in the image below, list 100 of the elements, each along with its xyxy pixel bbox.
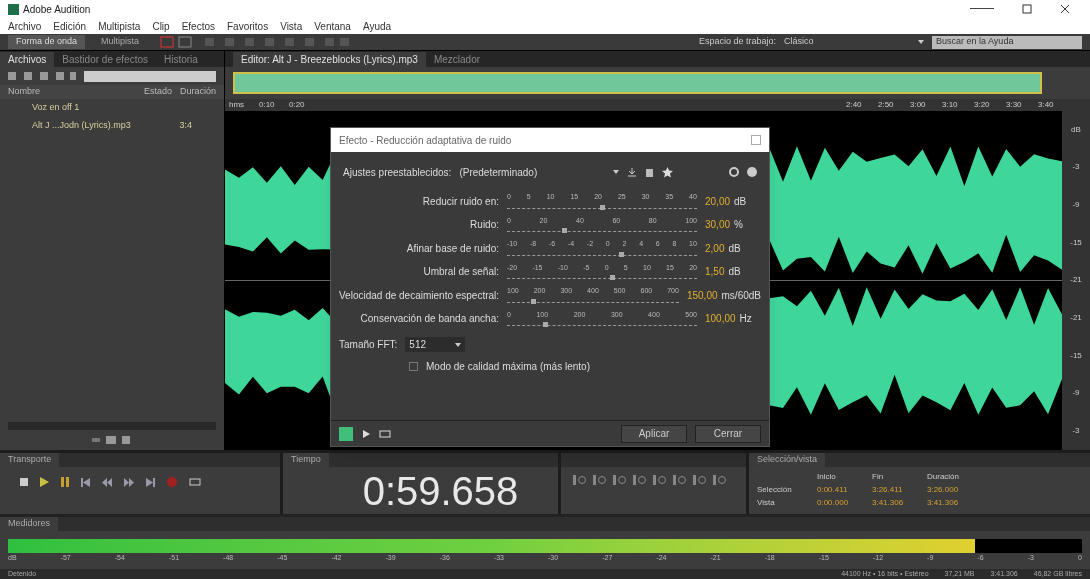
dialog-title: Efecto - Reducción adaptativa de ruido (339, 133, 512, 148)
skip-back-icon[interactable] (81, 477, 90, 487)
unit-label: dB (728, 265, 741, 279)
menu-item[interactable]: Multipista (98, 18, 141, 34)
slider-value[interactable]: 2,00 (705, 240, 725, 256)
db-scale-label: -9 (1072, 387, 1080, 400)
workspace-label: Espacio de trabajo: (698, 35, 776, 49)
time-value[interactable]: 0:00.000 (817, 497, 872, 509)
ruler-label: hms (228, 99, 246, 111)
slider-label: Velocidad de decaimiento espectral: (339, 288, 499, 303)
caret-icon (613, 170, 620, 174)
menu-item[interactable]: Ventana (314, 18, 351, 34)
rewind-icon[interactable] (102, 477, 112, 487)
db-scale-label: -3 (1072, 161, 1080, 174)
row-label: Vista (757, 497, 776, 509)
time-value[interactable]: 0:00.411 (817, 484, 872, 496)
slider-thumb[interactable] (543, 322, 548, 327)
loop-icon[interactable] (189, 477, 201, 487)
time-display: 0:59.658 (361, 470, 519, 511)
ruler-label: 3:30 (1006, 99, 1023, 111)
file-name[interactable]: Voz en off 1 (32, 101, 80, 115)
file-icons-drawing (8, 71, 76, 81)
caret-icon (455, 342, 462, 347)
fft-dropdown[interactable]: 512 (405, 337, 466, 352)
panel-tab[interactable]: Bastidor de efectos (54, 52, 156, 67)
slider-thumb[interactable] (619, 251, 624, 257)
db-scale-label: -15 (1070, 349, 1082, 362)
menu-item[interactable]: Favoritos (227, 18, 269, 34)
play-icon[interactable] (40, 477, 49, 487)
pause-icon[interactable] (61, 477, 69, 487)
db-scale-label: -15 (1070, 236, 1082, 249)
slider-track[interactable] (507, 320, 697, 326)
workspace-dropdown[interactable]: Clásico (784, 35, 924, 49)
power-button[interactable] (339, 426, 353, 441)
time-value[interactable]: 3:26.411 (872, 484, 927, 496)
panel-tab[interactable]: Editor: Alt J - Breezeblocks (Lyrics).mp3 (233, 52, 426, 67)
slider-value[interactable]: 1,50 (705, 264, 725, 279)
dialog-button[interactable]: Aplicar (621, 424, 687, 443)
column-header[interactable]: Nombre (8, 85, 40, 99)
time-value[interactable]: 3:41.306 (872, 497, 927, 509)
quality-label: Modo de calidad máxima (más lento) (426, 360, 590, 374)
file-duration: 3:4 (179, 118, 192, 132)
slider-label: Ruido: (469, 218, 499, 232)
column-header[interactable]: Duración (179, 85, 216, 99)
menu-item[interactable]: Clip (152, 18, 170, 34)
maximize-icon[interactable] (1022, 4, 1032, 14)
time-value[interactable]: 3:41.306 (927, 497, 987, 509)
slider-thumb[interactable] (562, 228, 567, 233)
slider-value[interactable]: 30,00 (705, 217, 731, 232)
slider-track[interactable] (507, 202, 697, 209)
panel-tab[interactable]: Historia (155, 52, 206, 67)
menu-item[interactable]: Edición (53, 18, 87, 34)
save-preset-icon[interactable] (627, 167, 638, 177)
menu-item[interactable]: Vista (280, 18, 303, 34)
close-icon[interactable] (1060, 4, 1070, 14)
slider-thumb[interactable] (609, 275, 615, 280)
db-scale-label: -9 (1072, 199, 1080, 212)
unit-label: Hz (739, 312, 752, 326)
quality-checkbox[interactable] (409, 362, 418, 371)
slider-track[interactable] (507, 296, 679, 303)
panel-title: Selección/vista (749, 453, 826, 467)
loop-icon[interactable] (379, 428, 391, 439)
caret-icon (918, 40, 924, 44)
file-name[interactable]: Alt J ...Jodn (Lyrics).mp3 (32, 118, 131, 132)
slider-thumb[interactable] (600, 204, 605, 210)
ruler-label: 3:00 (910, 99, 927, 111)
window-title: Adobe Audition (23, 2, 91, 17)
column-header[interactable]: Estado (143, 85, 172, 99)
slider-value[interactable]: 100,00 (705, 311, 736, 326)
row-label: Selección (757, 484, 793, 496)
slider-label: Conservación de banda ancha: (359, 312, 499, 326)
play-icon[interactable] (361, 428, 371, 439)
slider-track[interactable] (507, 273, 697, 279)
slider-value[interactable]: 20,00 (705, 193, 731, 209)
menu-item[interactable]: Ayuda (362, 18, 392, 34)
slider-track[interactable] (507, 226, 697, 232)
unit-label: ms/60dB (721, 288, 761, 303)
panel-tab[interactable]: Archivos (0, 52, 55, 67)
fast-forward-icon[interactable] (124, 477, 134, 487)
menu-item[interactable]: Efectos (181, 18, 215, 34)
preset-dropdown[interactable]: (Predeterminado) (459, 164, 620, 180)
view-tab[interactable]: Forma de onda (8, 35, 86, 49)
ruler-label: 2:40 (846, 99, 863, 111)
panel-buttons-drawing (92, 435, 132, 445)
time-value[interactable]: 3:26.000 (927, 484, 987, 496)
dialog-button[interactable]: Cerrar (695, 424, 761, 443)
star-icon[interactable] (662, 166, 674, 178)
slider-value[interactable]: 150,00 (686, 287, 718, 303)
trash-icon[interactable] (645, 167, 655, 177)
search-field[interactable] (84, 70, 216, 82)
column-header: Inicio (817, 471, 837, 483)
slider-thumb[interactable] (530, 298, 536, 304)
panel-tab[interactable]: Mezclador (425, 52, 489, 67)
ruler-label: 3:40 (1038, 99, 1055, 111)
skip-forward-icon[interactable] (146, 477, 155, 487)
view-tab[interactable]: Multipista (93, 35, 148, 49)
slider-track[interactable] (507, 249, 697, 256)
unit-label: % (734, 218, 743, 232)
menu-item[interactable]: Archivo (8, 18, 42, 34)
help-search-field[interactable]: Buscar en la Ayuda (932, 35, 1082, 49)
